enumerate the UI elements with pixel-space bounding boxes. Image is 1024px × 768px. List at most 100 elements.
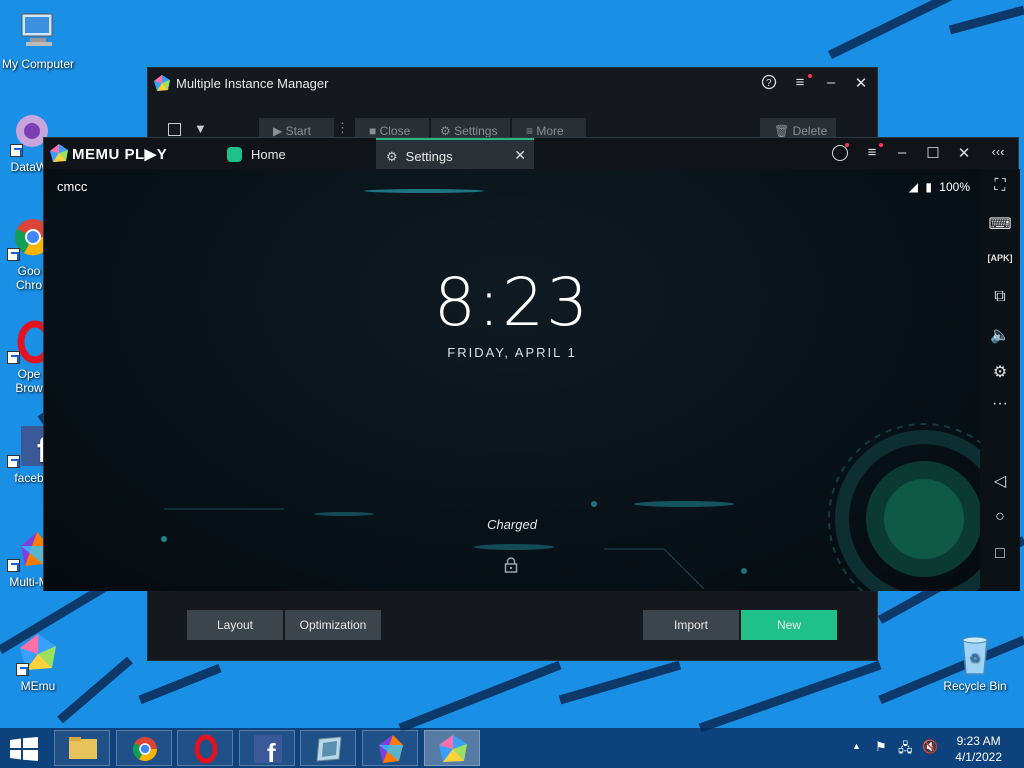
list-icon: ≡ bbox=[526, 124, 537, 138]
recent-apps-icon[interactable]: □ bbox=[980, 545, 1020, 563]
start-windows-icon[interactable] bbox=[10, 737, 38, 761]
desktop-icon-label: faceb bbox=[14, 471, 44, 485]
taskbar-file-explorer[interactable] bbox=[54, 730, 110, 766]
shortcut-arrow-icon bbox=[7, 351, 20, 364]
taskbar-date: 4/1/2022 bbox=[955, 750, 1002, 764]
volume-muted-icon[interactable]: 🔇 bbox=[922, 739, 938, 755]
taskbar-memu[interactable] bbox=[424, 730, 480, 766]
shortcut-arrow-icon bbox=[7, 248, 20, 261]
window-app-icon bbox=[316, 736, 342, 762]
facebook-icon: f bbox=[254, 735, 282, 768]
gear-icon[interactable]: ⚙ bbox=[980, 362, 1020, 382]
tab-close-icon[interactable]: ✕ bbox=[514, 147, 526, 164]
settings-label: Settings bbox=[454, 124, 498, 138]
battery-icon: ▮ bbox=[925, 180, 932, 194]
tab-label: Home bbox=[251, 147, 286, 162]
close-icon[interactable]: ✕ bbox=[954, 144, 974, 162]
action-center-flag-icon[interactable]: ⚑ bbox=[875, 739, 887, 755]
more-options-icon[interactable]: ⋮ bbox=[336, 120, 349, 136]
taskbar-chrome[interactable] bbox=[116, 730, 172, 766]
recycle-bin-icon: ♻ bbox=[953, 632, 997, 676]
more-label: More bbox=[536, 124, 564, 138]
opera-icon bbox=[194, 734, 218, 764]
back-icon[interactable]: ◁ bbox=[980, 471, 1020, 491]
memu-play-window[interactable]: MEMU PL▶Y Home ⚙Settings ✕ ≡ – ☐ ✕ ‹‹‹ bbox=[43, 137, 1020, 591]
tab-label: Settings bbox=[405, 149, 453, 164]
stop-icon: ■ bbox=[369, 124, 380, 138]
close-label: Close bbox=[379, 124, 411, 138]
tab-settings[interactable]: ⚙ Settings ✕ bbox=[376, 138, 534, 169]
taskbar-opera[interactable] bbox=[177, 730, 233, 766]
folder-icon bbox=[69, 737, 97, 759]
network-icon[interactable]: 🖧 bbox=[898, 739, 913, 761]
shortcut-arrow-icon bbox=[16, 663, 29, 676]
shortcut-arrow-icon bbox=[7, 455, 20, 468]
svg-text:?: ? bbox=[766, 78, 772, 89]
charging-status: Charged bbox=[487, 517, 537, 532]
play-icon: ▶ bbox=[273, 124, 286, 138]
maximize-icon[interactable]: ☐ bbox=[923, 144, 943, 162]
account-icon[interactable] bbox=[832, 145, 848, 161]
show-hidden-icons-icon[interactable]: ▲ bbox=[852, 741, 861, 751]
home-button-icon[interactable]: ○ bbox=[980, 508, 1020, 526]
select-all-checkbox[interactable] bbox=[168, 123, 181, 136]
shortcut-arrow-icon bbox=[10, 144, 23, 157]
more-icon[interactable]: ··· bbox=[980, 395, 1020, 413]
taskbar-clock[interactable]: 9:23 AM 4/1/2022 bbox=[955, 733, 1002, 765]
new-button[interactable]: New bbox=[741, 610, 837, 640]
memu-logo-icon bbox=[49, 143, 69, 163]
minimize-icon[interactable]: – bbox=[821, 74, 841, 91]
start-label: Start bbox=[285, 124, 311, 138]
layout-button[interactable]: Layout bbox=[187, 610, 283, 640]
desktop-icon-label: Recycle Bin bbox=[943, 679, 1007, 693]
memu-logo-icon bbox=[153, 74, 171, 92]
keyboard-icon[interactable]: ⌨ bbox=[980, 214, 1020, 234]
chrome-icon bbox=[132, 737, 157, 762]
taskbar-facebook[interactable]: f bbox=[239, 730, 295, 768]
taskbar-time: 9:23 AM bbox=[956, 734, 1001, 748]
lockscreen-date: FRIDAY, APRIL 1 bbox=[447, 345, 577, 360]
multi-window-icon[interactable]: ⧉ bbox=[980, 288, 1020, 306]
volume-icon[interactable]: 🔈 bbox=[980, 325, 1020, 345]
desktop-icon-memu[interactable]: MEmu bbox=[0, 632, 76, 693]
svg-text:f: f bbox=[267, 738, 276, 767]
tab-home[interactable]: Home bbox=[227, 138, 377, 169]
menu-icon[interactable]: ≡ bbox=[790, 74, 810, 91]
carrier-name: cmcc bbox=[57, 179, 88, 194]
collapse-sidebar-icon[interactable]: ‹‹‹ bbox=[988, 144, 1008, 159]
battery-level: 100% bbox=[939, 180, 970, 194]
minimize-icon[interactable]: – bbox=[892, 144, 912, 161]
delete-label: Delete bbox=[792, 124, 828, 138]
fullscreen-icon[interactable]: ⛶ bbox=[980, 177, 1020, 195]
computer-icon bbox=[16, 10, 60, 54]
taskbar: f ▲ ⚑ 🖧 🔇 9:23 AM 4/1/2022 bbox=[0, 728, 1024, 768]
filter-icon[interactable]: ▼ bbox=[194, 121, 207, 136]
signal-icon: ◢ bbox=[908, 180, 918, 194]
svg-text:♻: ♻ bbox=[969, 651, 980, 665]
memu-titlebar: MEMU PL▶Y Home ⚙ Settings ✕ ≡ – ☐ ✕ ‹‹‹ bbox=[44, 138, 1018, 169]
window-title: Multiple Instance Manager bbox=[176, 76, 329, 91]
lockscreen-clock: 8:23 bbox=[433, 264, 591, 341]
shortcut-arrow-icon bbox=[7, 559, 20, 572]
help-icon[interactable]: ? bbox=[759, 74, 779, 94]
taskbar-app[interactable] bbox=[300, 730, 356, 766]
desktop-icon-my-computer[interactable]: My Computer bbox=[0, 10, 76, 71]
apk-icon[interactable]: [APK] bbox=[980, 253, 1020, 263]
status-bar-right: ◢ ▮ 100% bbox=[909, 180, 970, 194]
desktop-icon-recycle-bin[interactable]: ♻ Recycle Bin bbox=[937, 632, 1013, 693]
android-lock-screen[interactable]: cmcc ◢ ▮ 100% 8:23 FRIDAY, APRIL 1 Charg… bbox=[44, 169, 980, 591]
notification-dot bbox=[808, 74, 812, 78]
notification-dot bbox=[845, 143, 849, 147]
memu-icon bbox=[16, 632, 60, 676]
memu-sidebar: ⛶ ⌨ [APK] ⧉ 🔈 ⚙ ··· ◁ ○ □ bbox=[980, 169, 1020, 591]
import-button[interactable]: Import bbox=[643, 610, 739, 640]
gear-icon: ⚙ bbox=[386, 149, 398, 164]
home-icon bbox=[227, 147, 242, 162]
optimization-button[interactable]: Optimization bbox=[285, 610, 381, 640]
notification-dot bbox=[879, 143, 883, 147]
memu-icon bbox=[439, 735, 467, 762]
lock-icon[interactable] bbox=[504, 557, 518, 573]
trash-icon: 🗑 bbox=[774, 124, 793, 138]
close-icon[interactable]: ✕ bbox=[851, 74, 871, 92]
taskbar-multi-memu[interactable] bbox=[362, 730, 418, 766]
